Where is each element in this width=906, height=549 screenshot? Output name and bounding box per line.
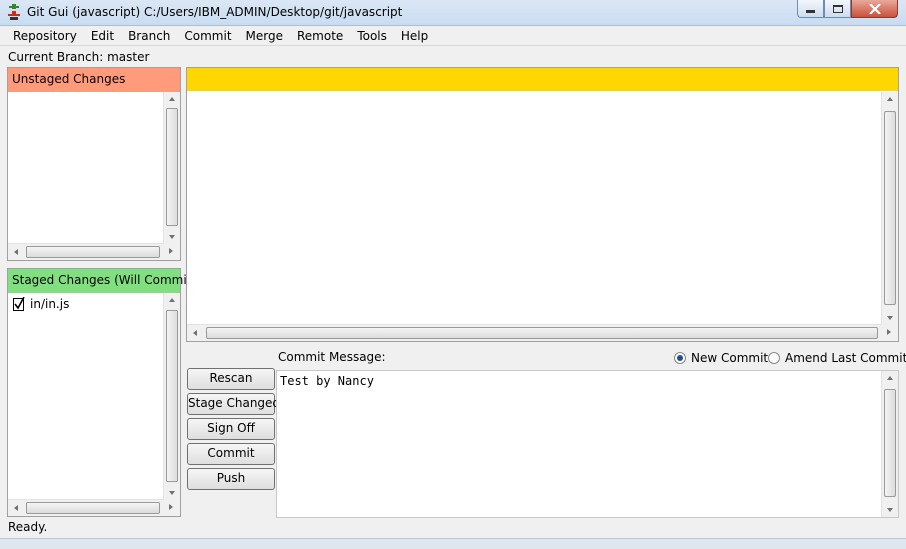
staged-file-item[interactable]: in/in.js xyxy=(13,297,69,311)
scroll-down-arrow-icon[interactable] xyxy=(887,316,893,320)
menu-commit[interactable]: Commit xyxy=(177,29,238,43)
status-bar-text: Ready. xyxy=(8,520,48,534)
diff-horizontal-scrollbar[interactable] xyxy=(187,324,881,341)
scroll-down-arrow-icon[interactable] xyxy=(887,508,893,512)
scrollbar-thumb[interactable] xyxy=(166,108,178,226)
staged-horizontal-scrollbar[interactable] xyxy=(8,499,163,516)
rescan-button[interactable]: Rescan xyxy=(187,368,275,390)
scrollbar-thumb[interactable] xyxy=(206,327,878,339)
maximize-icon xyxy=(832,4,843,13)
staged-changes-panel: Staged Changes (Will Commit) in/in.js xyxy=(7,268,196,517)
current-branch-label: Current Branch: master xyxy=(8,50,150,64)
unstaged-changes-panel: Unstaged Changes xyxy=(7,67,181,261)
commit-message-text[interactable]: Test by Nancy xyxy=(280,374,374,388)
maximize-button[interactable] xyxy=(824,0,851,18)
new-commit-radio[interactable]: New Commit xyxy=(674,351,768,365)
commit-message-textarea[interactable]: Test by Nancy xyxy=(276,370,899,518)
menu-bar: Repository Edit Branch Commit Merge Remo… xyxy=(0,26,906,46)
minimize-icon xyxy=(806,10,815,13)
title-bar: Git Gui (javascript) C:/Users/IBM_ADMIN/… xyxy=(0,0,906,26)
scroll-up-arrow-icon[interactable] xyxy=(887,376,893,380)
close-button[interactable] xyxy=(851,0,898,18)
commit-vertical-scrollbar[interactable] xyxy=(881,371,898,517)
window-title: Git Gui (javascript) C:/Users/IBM_ADMIN/… xyxy=(27,5,403,19)
scrollbar-thumb[interactable] xyxy=(26,502,160,514)
new-commit-label: New Commit xyxy=(691,351,769,365)
scroll-left-arrow-icon[interactable] xyxy=(14,249,18,255)
menu-help[interactable]: Help xyxy=(394,29,435,43)
radio-unselected-icon[interactable] xyxy=(768,352,780,364)
amend-last-commit-label: Amend Last Commit xyxy=(785,351,906,365)
diff-header xyxy=(187,68,898,91)
unstaged-horizontal-scrollbar[interactable] xyxy=(8,243,163,260)
staged-vertical-scrollbar[interactable] xyxy=(163,293,180,500)
scrollbar-thumb[interactable] xyxy=(26,246,160,258)
staged-file-check-icon xyxy=(13,297,25,311)
scroll-corner xyxy=(163,499,180,516)
scrollbar-thumb[interactable] xyxy=(884,389,896,497)
commit-message-label: Commit Message: xyxy=(278,350,386,364)
menu-remote[interactable]: Remote xyxy=(290,29,350,43)
window-bottom-edge xyxy=(0,538,906,549)
scroll-corner xyxy=(881,324,898,341)
unstaged-vertical-scrollbar[interactable] xyxy=(163,92,180,244)
diff-viewer[interactable] xyxy=(186,67,899,342)
close-icon xyxy=(868,3,881,14)
scroll-down-arrow-icon[interactable] xyxy=(169,235,175,239)
scroll-up-arrow-icon[interactable] xyxy=(169,97,175,101)
unstaged-changes-header: Unstaged Changes xyxy=(8,68,180,92)
menu-tools[interactable]: Tools xyxy=(350,29,394,43)
scroll-corner xyxy=(163,243,180,260)
minimize-button[interactable] xyxy=(797,0,824,18)
menu-branch[interactable]: Branch xyxy=(121,29,177,43)
scroll-up-arrow-icon[interactable] xyxy=(887,97,893,101)
scrollbar-thumb[interactable] xyxy=(166,310,178,482)
menu-edit[interactable]: Edit xyxy=(84,29,121,43)
diff-vertical-scrollbar[interactable] xyxy=(881,92,898,325)
menu-merge[interactable]: Merge xyxy=(239,29,290,43)
commit-button[interactable]: Commit xyxy=(187,443,275,465)
scroll-right-arrow-icon[interactable] xyxy=(169,248,173,254)
git-gui-icon xyxy=(8,4,20,20)
scroll-right-arrow-icon[interactable] xyxy=(169,504,173,510)
sign-off-button[interactable]: Sign Off xyxy=(187,418,275,440)
staged-file-name: in/in.js xyxy=(30,297,70,311)
scroll-left-arrow-icon[interactable] xyxy=(193,330,197,336)
stage-changed-button[interactable]: Stage Changed xyxy=(187,393,280,415)
scroll-down-arrow-icon[interactable] xyxy=(169,491,175,495)
amend-last-commit-radio[interactable]: Amend Last Commit xyxy=(768,351,906,365)
scroll-up-arrow-icon[interactable] xyxy=(169,298,175,302)
menu-repository[interactable]: Repository xyxy=(6,29,84,43)
scroll-right-arrow-icon[interactable] xyxy=(887,329,891,335)
radio-selected-icon[interactable] xyxy=(674,352,686,364)
staged-changes-header: Staged Changes (Will Commit) xyxy=(8,269,196,293)
scrollbar-thumb[interactable] xyxy=(884,111,896,305)
push-button[interactable]: Push xyxy=(187,468,275,490)
scroll-left-arrow-icon[interactable] xyxy=(14,505,18,511)
